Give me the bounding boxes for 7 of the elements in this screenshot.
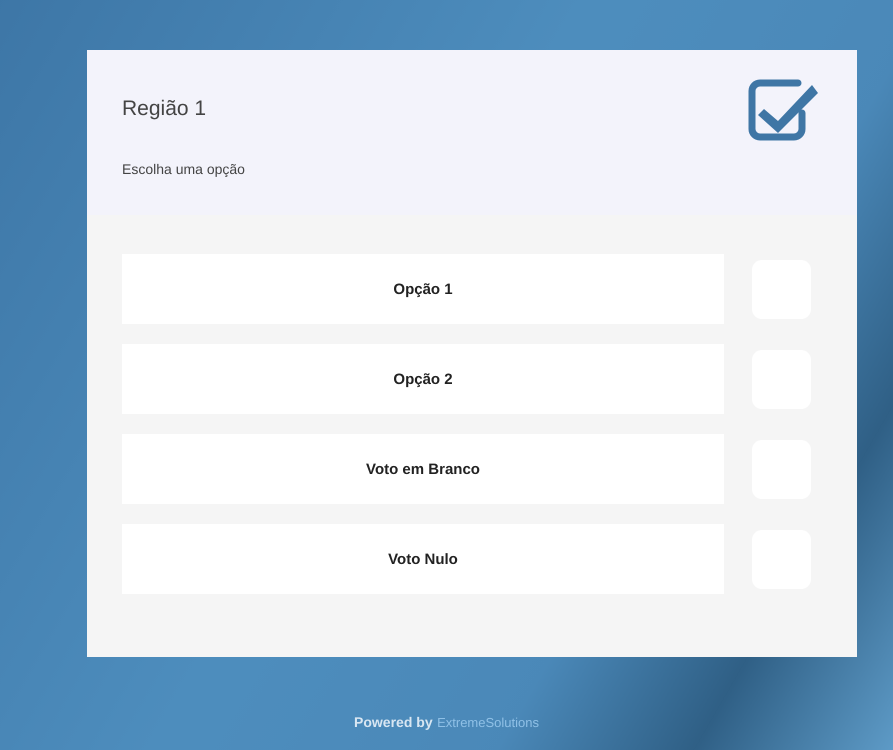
- option-button[interactable]: Opção 2: [122, 344, 724, 414]
- instruction-text: Escolha uma opção: [122, 161, 245, 177]
- region-title: Região 1: [122, 97, 208, 121]
- powered-by-text: Powered by: [354, 714, 433, 730]
- option-button[interactable]: Voto em Branco: [122, 434, 724, 504]
- option-button[interactable]: Voto Nulo: [122, 524, 724, 594]
- option-button[interactable]: Opção 1: [122, 254, 724, 324]
